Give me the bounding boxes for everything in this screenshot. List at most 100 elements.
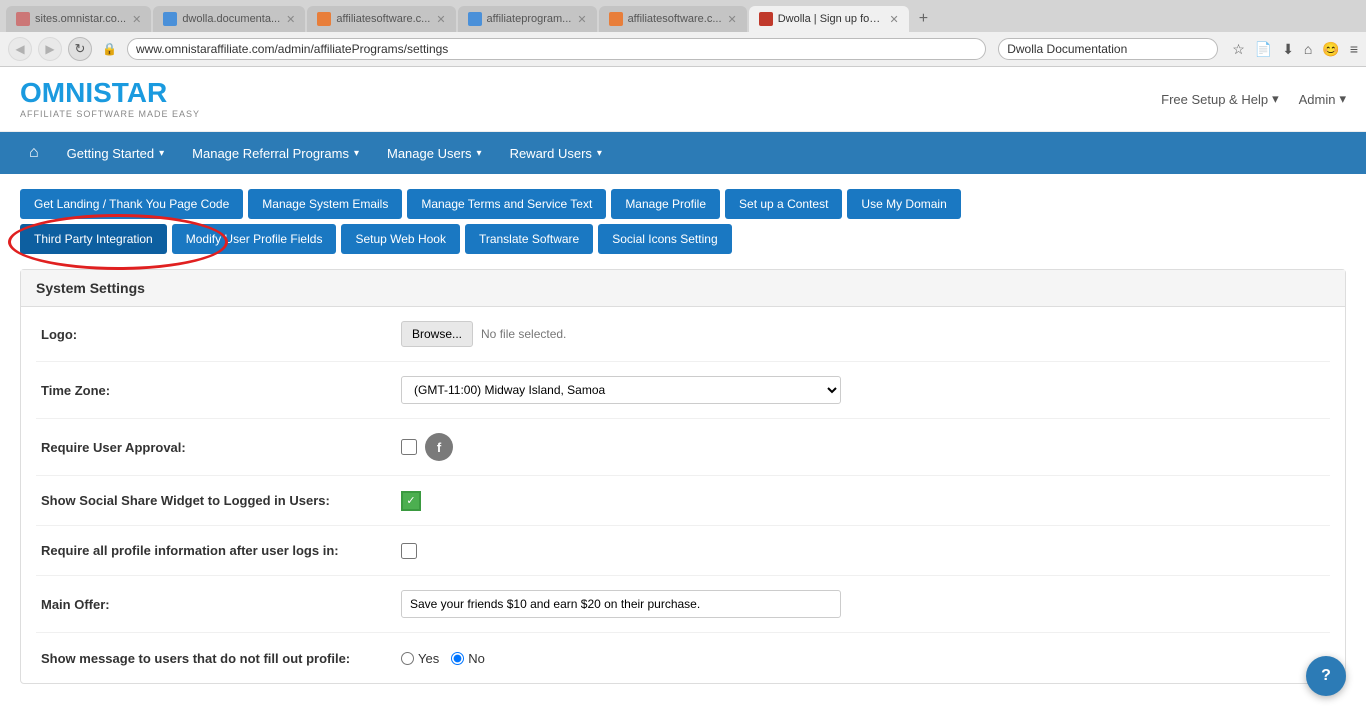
main-offer-control — [401, 590, 841, 618]
nav-reward-users[interactable]: Reward Users ▾ — [496, 134, 616, 173]
tab-bar: sites.omnistar.co... ✕ dwolla.documenta.… — [0, 0, 1366, 32]
tab-close-5[interactable]: ✕ — [728, 13, 737, 26]
timezone-row: Time Zone: (GMT-11:00) Midway Island, Sa… — [36, 362, 1330, 419]
admin-arrow: ▾ — [1339, 91, 1346, 107]
tab-3[interactable]: affiliatesoftware.c... ✕ — [307, 6, 455, 32]
tab-favicon-3 — [317, 12, 331, 26]
radio-yes[interactable] — [401, 652, 414, 665]
nav-manage-users[interactable]: Manage Users ▾ — [373, 134, 496, 173]
forward-button[interactable]: ▶ — [38, 37, 62, 61]
btn-social[interactable]: Social Icons Setting — [598, 224, 731, 254]
social-widget-checkbox[interactable]: ✓ — [401, 491, 421, 511]
reader-icon[interactable]: 📄 — [1255, 41, 1272, 58]
tab-close-2[interactable]: ✕ — [286, 13, 295, 26]
help-button[interactable]: ? — [1306, 656, 1346, 696]
reward-users-label: Reward Users — [510, 146, 592, 161]
tab-close-4[interactable]: ✕ — [577, 13, 586, 26]
refresh-button[interactable]: ↻ — [68, 37, 92, 61]
no-file-text: No file selected. — [481, 327, 566, 341]
profile-info-label: Require all profile information after us… — [41, 543, 401, 558]
logo-row: Logo: Browse... No file selected. — [36, 307, 1330, 362]
content-area: Get Landing / Thank You Page Code Manage… — [0, 174, 1366, 699]
tab-4[interactable]: affiliateprogram... ✕ — [458, 6, 597, 32]
nav-getting-started[interactable]: Getting Started ▾ — [53, 134, 178, 173]
logo-label: Logo: — [41, 327, 401, 342]
settings-panel: System Settings Logo: Browse... No file … — [20, 269, 1346, 684]
show-message-label: Show message to users that do not fill o… — [41, 651, 401, 666]
timezone-select[interactable]: (GMT-11:00) Midway Island, Samoa — [401, 376, 841, 404]
emoji-icon[interactable]: 😊 — [1322, 41, 1339, 58]
btn-domain[interactable]: Use My Domain — [847, 189, 960, 219]
free-setup-help-label: Free Setup & Help — [1161, 92, 1268, 107]
nav-home[interactable]: ⌂ — [15, 132, 53, 174]
lock-icon: 🔒 — [102, 42, 117, 56]
btn-terms[interactable]: Manage Terms and Service Text — [407, 189, 606, 219]
btn-webhook[interactable]: Setup Web Hook — [341, 224, 460, 254]
btn-landing[interactable]: Get Landing / Thank You Page Code — [20, 189, 243, 219]
back-button[interactable]: ◀ — [8, 37, 32, 61]
radio-yes-item[interactable]: Yes — [401, 651, 439, 666]
social-widget-control: ✓ — [401, 491, 421, 511]
user-approval-control: f — [401, 433, 453, 461]
timezone-control: (GMT-11:00) Midway Island, Samoa — [401, 376, 841, 404]
manage-users-label: Manage Users — [387, 146, 472, 161]
tab-favicon-2 — [163, 12, 177, 26]
facebook-icon: f — [425, 433, 453, 461]
logo-part1: OMNI — [20, 77, 93, 108]
tab-favicon-5 — [609, 12, 623, 26]
radio-yes-label: Yes — [418, 651, 439, 666]
social-widget-label: Show Social Share Widget to Logged in Us… — [41, 493, 401, 508]
address-bar[interactable]: www.omnistaraffiliate.com/admin/affiliat… — [127, 38, 986, 60]
logo-control: Browse... No file selected. — [401, 321, 566, 347]
nav-bar: ◀ ▶ ↻ 🔒 www.omnistaraffiliate.com/admin/… — [0, 32, 1366, 66]
user-approval-checkbox[interactable] — [401, 439, 417, 455]
logo-subtitle: AFFILIATE SOFTWARE MADE EASY — [20, 109, 200, 119]
bookmark-icon[interactable]: ☆ — [1232, 41, 1245, 58]
tab-favicon-6 — [759, 12, 773, 26]
manage-referral-label: Manage Referral Programs — [192, 146, 349, 161]
radio-no-label: No — [468, 651, 485, 666]
reward-users-arrow: ▾ — [597, 148, 602, 159]
browse-button[interactable]: Browse... — [401, 321, 473, 347]
radio-no[interactable] — [451, 652, 464, 665]
btn-third-party[interactable]: Third Party Integration — [20, 224, 167, 254]
tab-6[interactable]: Dwolla | Sign up for a fre... ✕ — [749, 6, 909, 32]
settings-body: Logo: Browse... No file selected. Time Z… — [21, 307, 1345, 683]
tab-close-3[interactable]: ✕ — [436, 13, 445, 26]
tab-label-3: affiliatesoftware.c... — [336, 13, 430, 25]
btn-contest[interactable]: Set up a Contest — [725, 189, 842, 219]
user-approval-label: Require User Approval: — [41, 440, 401, 455]
user-approval-row: Require User Approval: f — [36, 419, 1330, 476]
main-offer-input[interactable] — [401, 590, 841, 618]
logo-part2: STAR — [93, 77, 167, 108]
nav-manage-referral[interactable]: Manage Referral Programs ▾ — [178, 134, 373, 173]
manage-referral-arrow: ▾ — [354, 148, 359, 159]
profile-info-checkbox[interactable] — [401, 543, 417, 559]
tab-2[interactable]: dwolla.documenta... ✕ — [153, 6, 305, 32]
button-toolbar: Get Landing / Thank You Page Code Manage… — [20, 189, 1346, 254]
extensions-icon[interactable]: ≡ — [1350, 41, 1358, 58]
free-setup-help-menu[interactable]: Free Setup & Help ▾ — [1161, 91, 1278, 107]
tab-favicon-1 — [16, 12, 30, 26]
new-tab-button[interactable]: + — [911, 6, 936, 32]
profile-info-control — [401, 543, 417, 559]
btn-translate[interactable]: Translate Software — [465, 224, 593, 254]
btn-emails[interactable]: Manage System Emails — [248, 189, 402, 219]
admin-menu[interactable]: Admin ▾ — [1299, 91, 1346, 107]
admin-label: Admin — [1299, 92, 1336, 107]
btn-user-profile[interactable]: Modify User Profile Fields — [172, 224, 337, 254]
main-offer-label: Main Offer: — [41, 597, 401, 612]
tab-1[interactable]: sites.omnistar.co... ✕ — [6, 6, 151, 32]
tab-5[interactable]: affiliatesoftware.c... ✕ — [599, 6, 747, 32]
header-nav: Free Setup & Help ▾ Admin ▾ — [1161, 91, 1346, 107]
search-bar[interactable]: Dwolla Documentation — [998, 38, 1218, 60]
logo: OMNISTAR AFFILIATE SOFTWARE MADE EASY — [20, 79, 200, 119]
home-nav-icon[interactable]: ⌂ — [1304, 41, 1312, 58]
tab-label-2: dwolla.documenta... — [182, 13, 280, 25]
third-party-wrapper: Third Party Integration — [20, 224, 167, 254]
radio-no-item[interactable]: No — [451, 651, 485, 666]
download-icon[interactable]: ⬇ — [1282, 41, 1294, 58]
tab-close-6[interactable]: ✕ — [890, 13, 899, 26]
tab-close-1[interactable]: ✕ — [132, 13, 141, 26]
btn-profile[interactable]: Manage Profile — [611, 189, 720, 219]
